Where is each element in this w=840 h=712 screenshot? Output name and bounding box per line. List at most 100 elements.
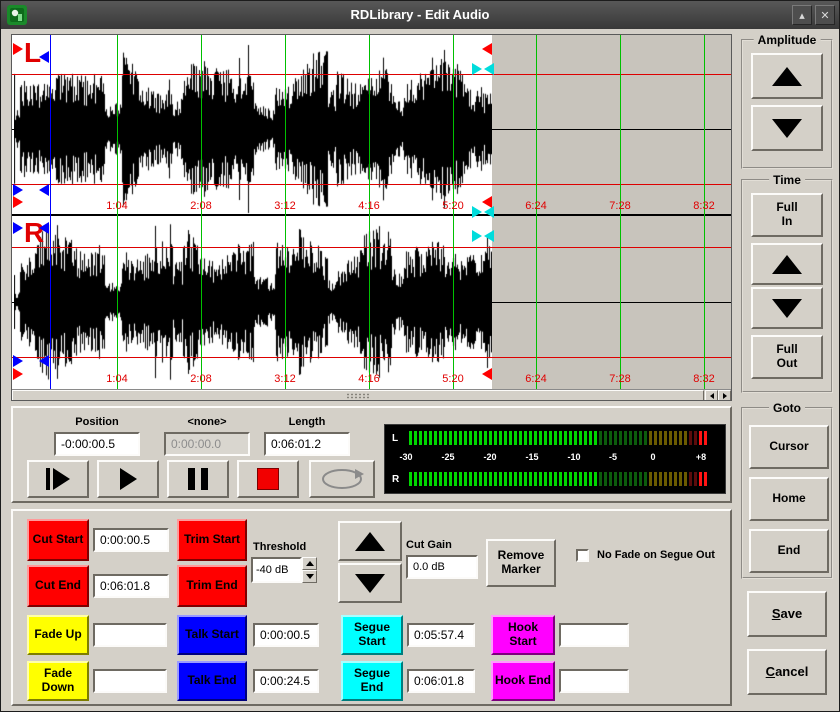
threshold-decrement-button[interactable] xyxy=(302,570,317,583)
talk-end-button[interactable]: Talk End xyxy=(177,661,247,701)
fade-down-input[interactable] xyxy=(93,669,167,693)
cut-end-button[interactable]: Cut End xyxy=(27,565,89,607)
stop-button[interactable] xyxy=(237,460,299,498)
waveform-display[interactable]: L R 1:041:042:082:083:123:124:164:165:20… xyxy=(12,35,731,400)
talk-end-cursor-line[interactable] xyxy=(50,35,51,389)
threshold-increment-button[interactable] xyxy=(302,557,317,570)
fade-up-label: Fade Up xyxy=(34,628,81,642)
timeline-label: 2:08 xyxy=(190,373,211,385)
spin-down-icon xyxy=(306,574,314,579)
position-value[interactable]: -0:00:00.5 xyxy=(54,432,140,456)
segue-start-button[interactable]: Segue Start xyxy=(341,615,403,655)
segue-start-marker[interactable] xyxy=(472,63,482,75)
fade-up-input[interactable] xyxy=(93,623,167,647)
timeline-label: 6:24 xyxy=(525,373,546,385)
trim-end-label: Trim End xyxy=(186,579,237,593)
time-full-out-button[interactable]: Full Out xyxy=(751,335,823,379)
goto-end-button[interactable]: End xyxy=(749,529,829,573)
talk-start-label: Talk Start xyxy=(185,628,239,642)
close-button[interactable]: ✕ xyxy=(815,5,835,25)
time-zoom-out-button[interactable] xyxy=(751,287,823,329)
marker-name-label: <none> xyxy=(164,416,250,428)
left-channel-axis xyxy=(12,129,731,130)
cut-out-marker[interactable] xyxy=(482,43,492,55)
play-button[interactable] xyxy=(97,460,159,498)
segue-start-input[interactable]: 0:05:57.4 xyxy=(407,623,475,647)
talk-end-marker[interactable] xyxy=(39,355,49,367)
talk-start-button[interactable]: Talk Start xyxy=(177,615,247,655)
cut-gain-down-button[interactable] xyxy=(338,563,402,603)
amplitude-up-button[interactable] xyxy=(751,53,823,99)
goto-home-button[interactable]: Home xyxy=(749,477,829,521)
cut-start-button[interactable]: Cut Start xyxy=(27,519,89,561)
waveform-scrollbar[interactable] xyxy=(12,389,731,400)
timeline-label: 1:04 xyxy=(106,200,127,212)
fade-up-button[interactable]: Fade Up xyxy=(27,615,89,655)
segue-end-marker[interactable] xyxy=(484,230,494,242)
audio-meter: L R -30 -25 -20 -15 -10 -5 0 +8 xyxy=(384,424,726,494)
hook-start-input[interactable] xyxy=(559,623,629,647)
loop-button[interactable] xyxy=(309,460,375,498)
talk-end-input[interactable]: 0:00:24.5 xyxy=(253,669,319,693)
goto-cursor-button[interactable]: Cursor xyxy=(749,425,829,469)
cut-out-marker[interactable] xyxy=(482,368,492,380)
talk-start-marker[interactable] xyxy=(13,184,23,196)
time-full-in-button[interactable]: Full In xyxy=(751,193,823,237)
down-arrow-icon xyxy=(355,574,385,593)
scroll-left-button[interactable] xyxy=(705,390,718,400)
shade-button[interactable]: ▴ xyxy=(792,5,812,25)
talk-start-input[interactable]: 0:00:00.5 xyxy=(253,623,319,647)
meter-scale-label: -15 xyxy=(525,452,538,462)
up-arrow-icon xyxy=(772,255,802,274)
cut-in-marker[interactable] xyxy=(13,368,23,380)
trim-start-button[interactable]: Trim Start xyxy=(177,519,247,561)
segue-end-button[interactable]: Segue End xyxy=(341,661,403,701)
cut-end-input[interactable]: 0:06:01.8 xyxy=(93,574,169,598)
remove-marker-button[interactable]: Remove Marker xyxy=(486,539,556,587)
time-zoom-in-button[interactable] xyxy=(751,243,823,285)
grid-line xyxy=(117,35,118,389)
cancel-button[interactable]: Cancel xyxy=(747,649,827,695)
talk-end-marker[interactable] xyxy=(39,184,49,196)
meter-right-bar xyxy=(409,472,717,486)
talk-start-marker[interactable] xyxy=(13,355,23,367)
hook-end-button[interactable]: Hook End xyxy=(491,661,555,701)
timeline-label: 7:28 xyxy=(609,200,630,212)
timeline-label: 5:20 xyxy=(442,373,463,385)
play-from-start-button[interactable] xyxy=(27,460,89,498)
timeline-label: 2:08 xyxy=(190,200,211,212)
segue-end-label: Segue End xyxy=(343,667,401,695)
threshold-input[interactable]: -40 dB xyxy=(251,557,302,583)
edit-audio-window: RDLibrary - Edit Audio ▴ ✕ L R xyxy=(0,0,840,712)
cut-gain-input[interactable]: 0.0 dB xyxy=(406,555,478,579)
talk-end-marker[interactable] xyxy=(39,51,49,63)
save-button[interactable]: Save xyxy=(747,591,827,637)
window-title: RDLibrary - Edit Audio xyxy=(1,7,839,22)
hook-end-input[interactable] xyxy=(559,669,629,693)
segue-start-marker[interactable] xyxy=(472,206,482,218)
segue-start-marker[interactable] xyxy=(472,230,482,242)
trim-end-button[interactable]: Trim End xyxy=(177,565,247,607)
segue-end-marker[interactable] xyxy=(484,63,494,75)
talk-start-marker[interactable] xyxy=(13,222,23,234)
threshold-spin-buttons xyxy=(302,557,317,583)
hook-start-button[interactable]: Hook Start xyxy=(491,615,555,655)
length-label: Length xyxy=(264,416,350,428)
cut-in-marker[interactable] xyxy=(13,196,23,208)
cut-in-marker[interactable] xyxy=(13,43,23,55)
talk-end-marker[interactable] xyxy=(39,222,49,234)
amplitude-down-button[interactable] xyxy=(751,105,823,151)
fade-down-button[interactable]: Fade Down xyxy=(27,661,89,701)
cut-start-input[interactable]: 0:00:00.5 xyxy=(93,528,169,552)
segue-end-input[interactable]: 0:06:01.8 xyxy=(407,669,475,693)
cancel-label: Cancel xyxy=(766,665,809,680)
cut-gain-up-button[interactable] xyxy=(338,521,402,561)
scroll-right-button[interactable] xyxy=(718,390,731,400)
pause-icon xyxy=(188,468,208,490)
segue-end-marker[interactable] xyxy=(484,206,494,218)
no-fade-checkbox[interactable] xyxy=(576,549,589,562)
scrollbar-thumb[interactable] xyxy=(12,390,704,400)
pause-button[interactable] xyxy=(167,460,229,498)
transport-panel: Position <none> Length -0:00:00.5 0:00:0… xyxy=(11,406,732,503)
grid-line xyxy=(369,35,370,389)
